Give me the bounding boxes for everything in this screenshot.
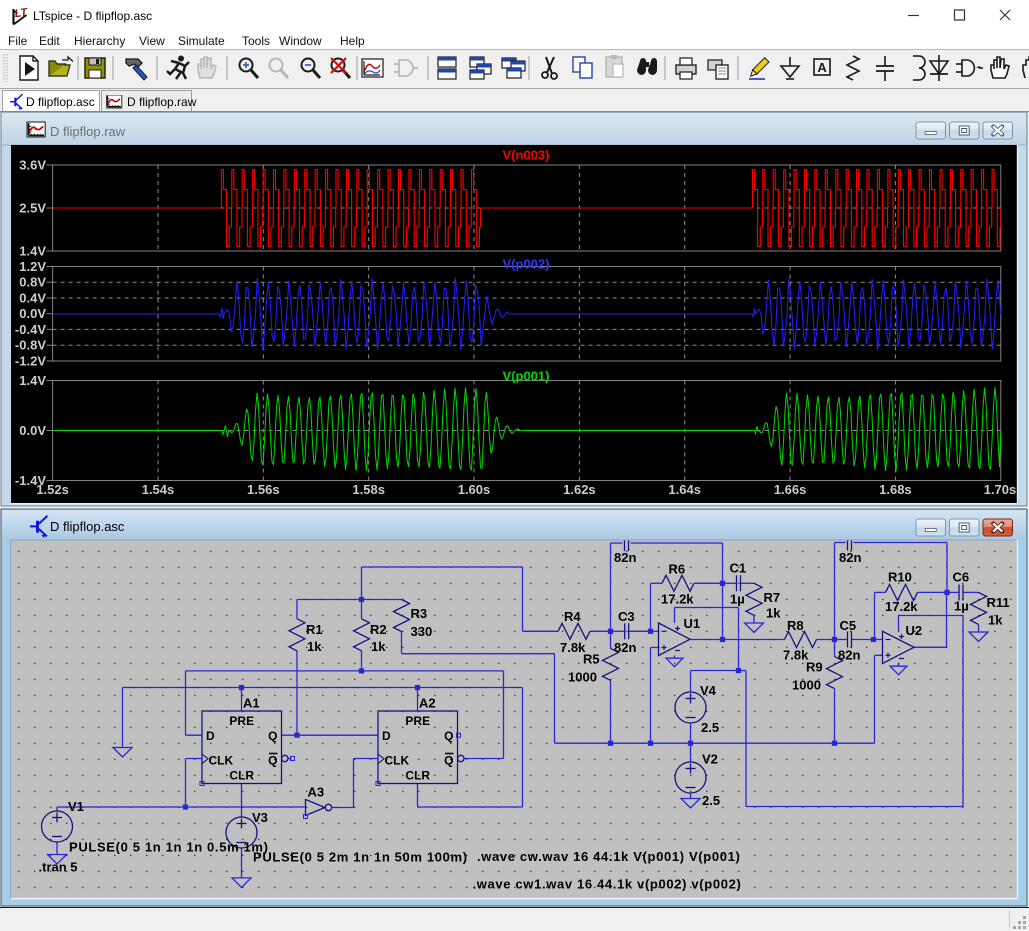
svg-text:0.8V: 0.8V: [19, 275, 46, 290]
svg-text:1µ: 1µ: [954, 599, 969, 614]
svg-text:1.52s: 1.52s: [36, 482, 69, 497]
svg-text:1.56s: 1.56s: [247, 482, 280, 497]
svg-text:1µ: 1µ: [730, 592, 745, 607]
svg-text:CLR: CLR: [405, 769, 430, 783]
svg-text:1k: 1k: [988, 613, 1003, 628]
svg-text:PULSE(0 5 1n 1n 1n 0.5m 1m): PULSE(0 5 1n 1n 1n 0.5m 1m): [69, 840, 269, 855]
svg-text:Q: Q: [444, 729, 453, 743]
svg-text:V(p002): V(p002): [503, 257, 550, 272]
svg-text:0.0V: 0.0V: [19, 423, 46, 438]
svg-text:C1: C1: [730, 561, 747, 576]
svg-text:0.0V: 0.0V: [19, 306, 46, 321]
svg-text:C6: C6: [953, 570, 970, 585]
svg-text:1k: 1k: [766, 606, 781, 621]
svg-text:-1.2V: -1.2V: [15, 354, 46, 369]
svg-text:1000: 1000: [568, 670, 597, 685]
svg-text:17.2k: 17.2k: [661, 592, 694, 607]
svg-text:R10: R10: [888, 570, 912, 585]
svg-text:0.4V: 0.4V: [19, 291, 46, 306]
svg-text:PRE: PRE: [405, 714, 430, 728]
svg-text:A3: A3: [308, 785, 325, 800]
svg-text:LT: LT: [14, 6, 29, 20]
svg-text:D: D: [382, 729, 391, 743]
svg-text:A: A: [817, 60, 827, 75]
svg-text:CLR: CLR: [229, 769, 254, 783]
svg-text:U2: U2: [906, 623, 923, 638]
svg-text:2.5: 2.5: [702, 793, 720, 808]
svg-text:1.64s: 1.64s: [668, 482, 701, 497]
svg-text:1k: 1k: [371, 639, 386, 654]
svg-text:.wave cw1.wav 16 44.1k v(p002): .wave cw1.wav 16 44.1k v(p002) v(p002): [473, 877, 742, 892]
svg-text:R3: R3: [411, 606, 428, 621]
svg-text:V3: V3: [252, 810, 268, 825]
svg-text:1000: 1000: [792, 678, 821, 693]
svg-text:R5: R5: [583, 652, 600, 667]
svg-text:D: D: [206, 729, 215, 743]
svg-text:1.60s: 1.60s: [458, 482, 491, 497]
svg-text:1.4V: 1.4V: [19, 373, 46, 388]
svg-text:82n: 82n: [838, 648, 860, 663]
svg-text:V1: V1: [68, 799, 84, 814]
svg-text:V4: V4: [700, 683, 717, 698]
svg-text:R9: R9: [806, 660, 823, 675]
svg-text:1.66s: 1.66s: [774, 482, 807, 497]
svg-text:V(n003): V(n003): [503, 148, 550, 163]
svg-text:CLK: CLK: [209, 754, 234, 768]
svg-text:V(p001): V(p001): [503, 369, 550, 384]
svg-text:-0.8V: -0.8V: [15, 338, 46, 353]
svg-text:R8: R8: [787, 618, 804, 633]
svg-text:82n: 82n: [614, 640, 636, 655]
svg-text:17.2k: 17.2k: [885, 599, 918, 614]
svg-text:-0.4V: -0.4V: [15, 322, 46, 337]
svg-text:R4: R4: [564, 609, 581, 624]
svg-text:R6: R6: [669, 562, 686, 577]
svg-text:2.5: 2.5: [701, 720, 719, 735]
svg-text:R2: R2: [370, 622, 387, 637]
svg-text:1.70s: 1.70s: [984, 482, 1017, 497]
svg-text:1.4V: 1.4V: [19, 244, 46, 259]
svg-text:2.5V: 2.5V: [19, 201, 46, 216]
svg-text:Q: Q: [444, 754, 453, 768]
svg-text:PRE: PRE: [229, 714, 254, 728]
svg-text:1.62s: 1.62s: [563, 482, 596, 497]
svg-text:A2: A2: [419, 696, 436, 711]
svg-text:.tran 5: .tran 5: [39, 860, 78, 875]
svg-text:Q: Q: [268, 754, 277, 768]
svg-text:A1: A1: [243, 696, 260, 711]
svg-text:U1: U1: [684, 616, 701, 631]
svg-text:C3: C3: [618, 609, 635, 624]
svg-text:R11: R11: [987, 595, 1010, 610]
svg-text:PULSE(0 5 2m 1n 1n 50m 100m): PULSE(0 5 2m 1n 1n 50m 100m): [253, 850, 468, 865]
svg-text:.wave cw.wav 16 44.1k V(p001): .wave cw.wav 16 44.1k V(p001) V(p001): [477, 849, 740, 864]
svg-text:C5: C5: [840, 618, 857, 633]
svg-text:R7: R7: [764, 590, 781, 605]
svg-text:82n: 82n: [839, 550, 861, 565]
svg-text:CLK: CLK: [385, 754, 410, 768]
svg-text:1.2V: 1.2V: [19, 259, 46, 274]
svg-text:V2: V2: [702, 752, 718, 767]
svg-text:1.68s: 1.68s: [879, 482, 912, 497]
svg-text:330: 330: [411, 624, 433, 639]
svg-text:Q: Q: [268, 729, 277, 743]
svg-text:3.6V: 3.6V: [19, 158, 46, 173]
svg-text:R1: R1: [306, 622, 323, 637]
svg-text:1.54s: 1.54s: [142, 482, 175, 497]
svg-text:1.58s: 1.58s: [352, 482, 385, 497]
svg-text:D flipflop.asc: D flipflop.asc: [50, 519, 125, 534]
svg-text:1k: 1k: [307, 639, 322, 654]
svg-text:82n: 82n: [614, 550, 636, 565]
svg-text:D flipflop.raw: D flipflop.raw: [50, 124, 126, 139]
